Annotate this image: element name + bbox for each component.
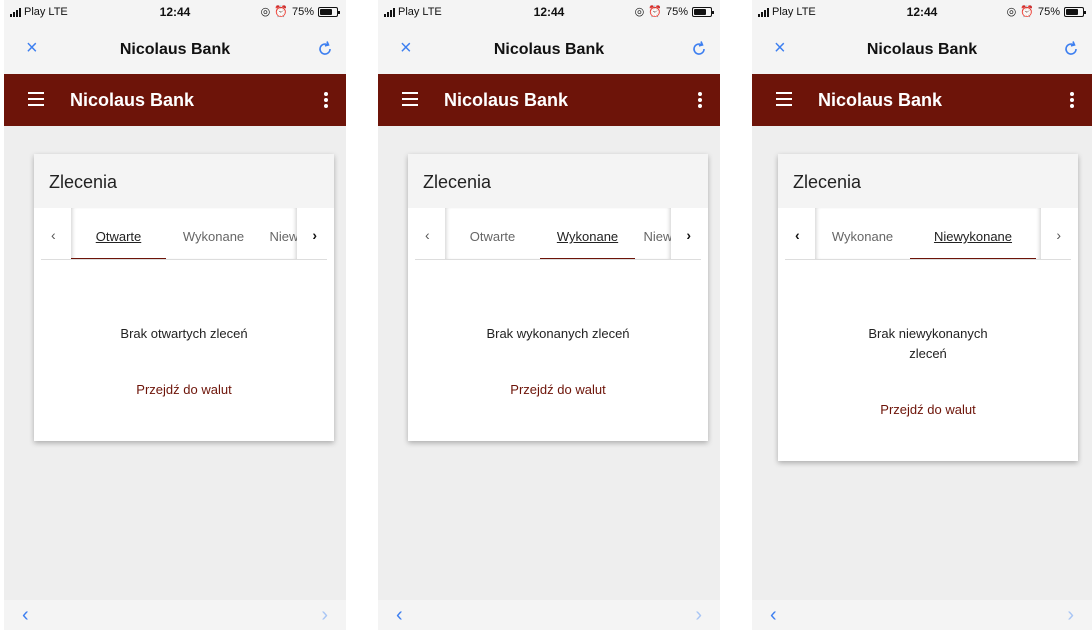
tab-niewykonane[interactable]: Niewykonane: [910, 208, 1036, 259]
browser-toolbar: × Nicolaus Bank: [378, 26, 720, 74]
tab-scroll-right-icon[interactable]: ›: [1056, 227, 1061, 243]
tab-bar: ‹ Otwarte Wykonane Niewykonane ›: [41, 208, 327, 260]
location-icon: ◎: [260, 6, 271, 18]
reload-icon[interactable]: [316, 40, 334, 58]
reload-icon[interactable]: [1062, 40, 1080, 58]
status-bar: Play LTE 12:44 ◎ ⏰ 75%: [378, 0, 720, 26]
battery-icon: [1064, 6, 1086, 17]
status-bar: Play LTE 12:44 ◎ ⏰ 75%: [4, 0, 346, 26]
hamburger-menu-icon[interactable]: [28, 92, 44, 106]
goto-currencies-link[interactable]: Przejdź do walut: [74, 382, 294, 397]
tab-scroll-left-icon[interactable]: ‹: [795, 227, 800, 243]
more-vert-icon[interactable]: [1070, 92, 1074, 108]
alarm-icon: ⏰: [648, 6, 662, 18]
phone-screen-2: Play LTE 12:44 ◎ ⏰ 75% × Nicolaus Bank N…: [378, 0, 720, 630]
more-vert-icon[interactable]: [324, 92, 328, 108]
orders-card: Zlecenia ‹ Otwarte Wykonane Niewykonane …: [408, 154, 708, 441]
browser-toolbar: × Nicolaus Bank: [752, 26, 1092, 74]
orders-card: Zlecenia ‹ Otwarte Wykonane Niewykonane …: [34, 154, 334, 441]
location-icon: ◎: [634, 6, 645, 18]
goto-currencies-link[interactable]: Przejdź do walut: [448, 382, 668, 397]
more-vert-icon[interactable]: [698, 92, 702, 108]
battery-fill: [694, 8, 706, 15]
status-bar: Play LTE 12:44 ◎ ⏰ 75%: [752, 0, 1092, 26]
forward-icon[interactable]: ›: [1067, 604, 1074, 627]
browser-toolbar: × Nicolaus Bank: [4, 26, 346, 74]
battery-percent: 75%: [1037, 5, 1060, 18]
app-bar: Nicolaus Bank: [378, 74, 720, 126]
tab-wykonane[interactable]: Wykonane: [166, 208, 261, 259]
alarm-icon: ⏰: [1020, 6, 1034, 18]
phone-screen-3: Play LTE 12:44 ◎ ⏰ 75% × Nicolaus Bank N…: [752, 0, 1092, 630]
card-title: Zlecenia: [778, 154, 1078, 208]
hamburger-menu-icon[interactable]: [776, 92, 792, 106]
app-bar: Nicolaus Bank: [4, 74, 346, 126]
forward-icon[interactable]: ›: [695, 604, 702, 627]
tab-otwarte[interactable]: Otwarte: [445, 208, 540, 259]
app-title: Nicolaus Bank: [70, 90, 195, 110]
tab-scroll-right-icon[interactable]: ›: [312, 227, 317, 243]
tab-wykonane[interactable]: Wykonane: [815, 208, 910, 259]
tab-wykonane[interactable]: Wykonane: [540, 208, 635, 259]
empty-message: Brak niewykonanych zleceń: [868, 326, 988, 361]
browser-nav-bar: ‹ ›: [752, 600, 1092, 630]
battery-icon: [692, 6, 714, 17]
reload-icon[interactable]: [690, 40, 708, 58]
back-icon[interactable]: ‹: [770, 604, 777, 627]
tab-otwarte[interactable]: Otwarte: [71, 208, 166, 259]
battery-percent: 75%: [291, 5, 314, 18]
forward-icon[interactable]: ›: [321, 604, 328, 627]
tab-niewykonane[interactable]: Niewykonane: [635, 208, 671, 259]
card-title: Zlecenia: [408, 154, 708, 208]
tab-scroll-left-icon[interactable]: ‹: [425, 227, 430, 243]
alarm-icon: ⏰: [274, 6, 288, 18]
orders-card: Zlecenia ‹ Otwarte Wykonane Niewykonane …: [778, 154, 1078, 461]
hamburger-menu-icon[interactable]: [402, 92, 418, 106]
app-title: Nicolaus Bank: [444, 90, 569, 110]
battery-fill: [1066, 8, 1078, 15]
browser-nav-bar: ‹ ›: [378, 600, 720, 630]
battery-icon: [318, 6, 340, 17]
screens-row: Play LTE 12:44 ◎ ⏰ 75% × Nicolaus Bank N…: [0, 0, 1092, 630]
card-title: Zlecenia: [34, 154, 334, 208]
browser-title: Nicolaus Bank: [866, 41, 978, 58]
tab-scroll-left-icon[interactable]: ‹: [51, 227, 56, 243]
phone-screen-1: Play LTE 12:44 ◎ ⏰ 75% × Nicolaus Bank N…: [4, 0, 346, 630]
browser-title: Nicolaus Bank: [493, 41, 605, 58]
app-bar: Nicolaus Bank: [752, 74, 1092, 126]
tab-niewykonane[interactable]: Niewykonane: [261, 208, 297, 259]
browser-title: Nicolaus Bank: [119, 41, 231, 58]
empty-message: Brak wykonanych zleceń: [486, 326, 630, 341]
browser-nav-bar: ‹ ›: [4, 600, 346, 630]
location-icon: ◎: [1006, 6, 1017, 18]
battery-percent: 75%: [665, 5, 688, 18]
back-icon[interactable]: ‹: [396, 604, 403, 627]
back-icon[interactable]: ‹: [22, 604, 29, 627]
goto-currencies-link[interactable]: Przejdź do walut: [848, 402, 1008, 417]
app-title: Nicolaus Bank: [818, 90, 943, 110]
tab-bar: ‹ Otwarte Wykonane Niewykonane ›: [785, 208, 1071, 260]
tab-scroll-right-icon[interactable]: ›: [686, 227, 691, 243]
tab-bar: ‹ Otwarte Wykonane Niewykonane ›: [415, 208, 701, 260]
empty-message: Brak otwartych zleceń: [120, 326, 248, 341]
battery-fill: [320, 8, 332, 15]
